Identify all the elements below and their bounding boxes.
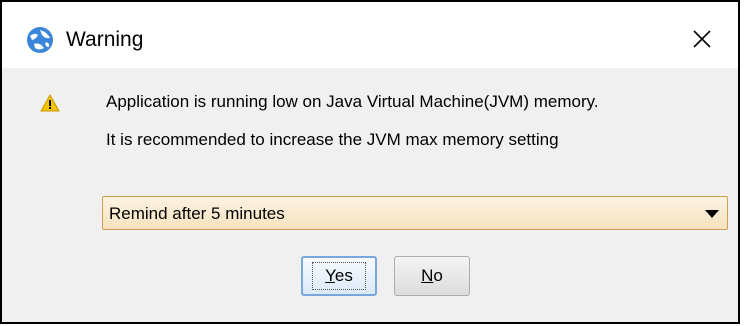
message-line-1: Application is running low on Java Virtu…	[106, 92, 599, 111]
warning-dialog: Warning Application is running low on Ja…	[0, 0, 740, 324]
dialog-title: Warning	[66, 28, 144, 51]
close-icon	[693, 30, 711, 48]
globe-app-icon	[27, 27, 53, 53]
message-line-2: It is recommended to increase the JVM ma…	[106, 130, 559, 149]
chevron-down-icon	[705, 210, 719, 218]
no-button[interactable]: No	[394, 256, 470, 296]
title-bar[interactable]: Warning	[2, 2, 738, 68]
reminder-dropdown[interactable]: Remind after 5 minutes	[102, 196, 728, 230]
dialog-body: Application is running low on Java Virtu…	[2, 68, 738, 322]
yes-button[interactable]: Yes	[301, 256, 377, 296]
warning-icon	[40, 94, 60, 112]
close-button[interactable]	[682, 20, 722, 58]
yes-button-label: Yes	[312, 262, 366, 290]
no-button-label: No	[421, 266, 443, 285]
reminder-selected-value: Remind after 5 minutes	[109, 204, 285, 223]
